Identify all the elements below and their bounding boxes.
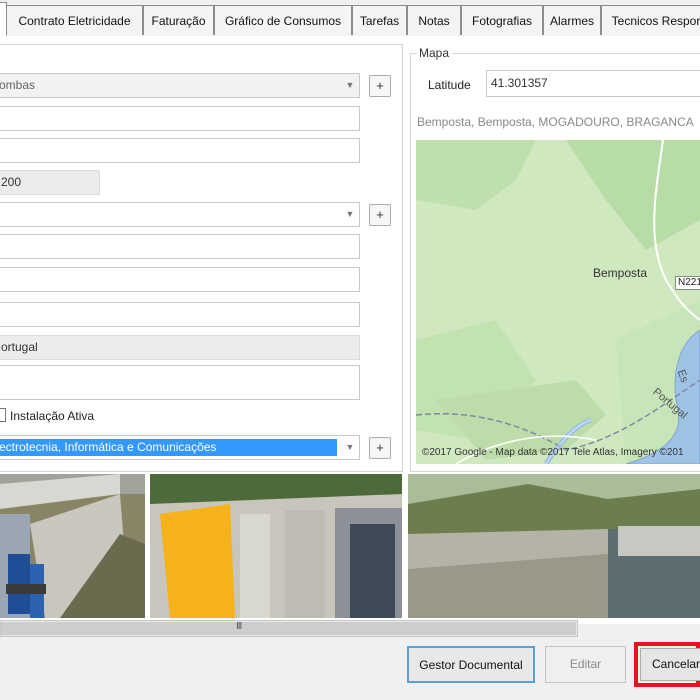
photo-dam-2-image bbox=[150, 474, 402, 618]
tab-contrato-eletricidade[interactable]: Contrato Eletricidade bbox=[6, 5, 143, 35]
horizontal-scrollbar[interactable]: III bbox=[0, 620, 578, 637]
chevron-down-icon: ▼ bbox=[345, 209, 355, 219]
department-combo-value: ectrotecnia, Informática e Comunicações bbox=[0, 439, 337, 456]
tab-alarmes[interactable]: Alarmes bbox=[543, 5, 601, 35]
map-view[interactable]: Bemposta N221 Es Portugal ©2017 Google -… bbox=[416, 140, 700, 464]
photo-dam-1[interactable] bbox=[0, 474, 145, 618]
photo-dam-3-image bbox=[408, 474, 700, 618]
latitude-label: Latitude bbox=[428, 78, 471, 92]
gestor-documental-button[interactable]: Gestor Documental bbox=[407, 646, 535, 683]
instalacao-ativa-label: Instalação Ativa bbox=[10, 409, 95, 423]
department-combo[interactable]: ectrotecnia, Informática e Comunicações … bbox=[0, 435, 360, 460]
photo-dam-3[interactable] bbox=[408, 474, 700, 618]
tab-fotografias[interactable]: Fotografias bbox=[461, 5, 543, 35]
map-group-title: Mapa bbox=[416, 46, 453, 60]
text-field-5[interactable] bbox=[0, 302, 360, 327]
text-field-4[interactable] bbox=[0, 267, 360, 292]
add-secondary-button[interactable]: + bbox=[369, 204, 391, 226]
code-field[interactable]: 200 bbox=[0, 170, 100, 195]
tab-faturacao[interactable]: Faturação bbox=[143, 5, 214, 35]
add-department-button[interactable]: + bbox=[369, 437, 391, 459]
photo-dam-2[interactable] bbox=[150, 474, 402, 618]
category-combo-value: ombas bbox=[0, 78, 36, 92]
add-category-button[interactable]: + bbox=[369, 75, 391, 97]
text-field-2[interactable] bbox=[0, 138, 360, 163]
secondary-combo[interactable]: ▼ bbox=[0, 202, 360, 227]
chevron-down-icon: ▼ bbox=[345, 80, 355, 90]
text-field-1[interactable] bbox=[0, 106, 360, 131]
cancelar-button[interactable]: Cancelar bbox=[640, 648, 700, 681]
map-road-label: N221 bbox=[675, 276, 700, 290]
category-combo[interactable]: ombas ▼ bbox=[0, 73, 360, 98]
chevron-down-icon: ▼ bbox=[345, 442, 355, 452]
tab-bar: Contrato Eletricidade Faturação Gráfico … bbox=[0, 0, 700, 37]
text-field-3[interactable] bbox=[0, 234, 360, 259]
scrollbar-thumb[interactable]: III bbox=[1, 621, 576, 635]
instalacao-ativa-checkbox[interactable] bbox=[0, 408, 6, 422]
text-field-6[interactable] bbox=[0, 365, 360, 400]
map-terrain bbox=[416, 140, 700, 464]
latitude-input[interactable]: 41.301357 bbox=[486, 70, 700, 97]
map-attribution: ©2017 Google - Map data ©2017 Tele Atlas… bbox=[422, 447, 684, 458]
address-text: Bemposta, Bemposta, MOGADOURO, BRAGANCA bbox=[417, 115, 694, 129]
tab-tarefas[interactable]: Tarefas bbox=[352, 5, 407, 35]
tab-grafico-consumos[interactable]: Gráfico de Consumos bbox=[214, 5, 352, 35]
photo-dam-1-image bbox=[0, 474, 145, 618]
tab-tecnicos-responsaveis[interactable]: Tecnicos Respor bbox=[601, 5, 700, 35]
tab-notas[interactable]: Notas bbox=[407, 5, 461, 35]
scrollbar-grip: III bbox=[236, 621, 242, 632]
map-town-label: Bemposta bbox=[593, 266, 648, 280]
editar-button[interactable]: Editar bbox=[545, 646, 626, 683]
country-field[interactable]: ortugal bbox=[0, 335, 360, 360]
